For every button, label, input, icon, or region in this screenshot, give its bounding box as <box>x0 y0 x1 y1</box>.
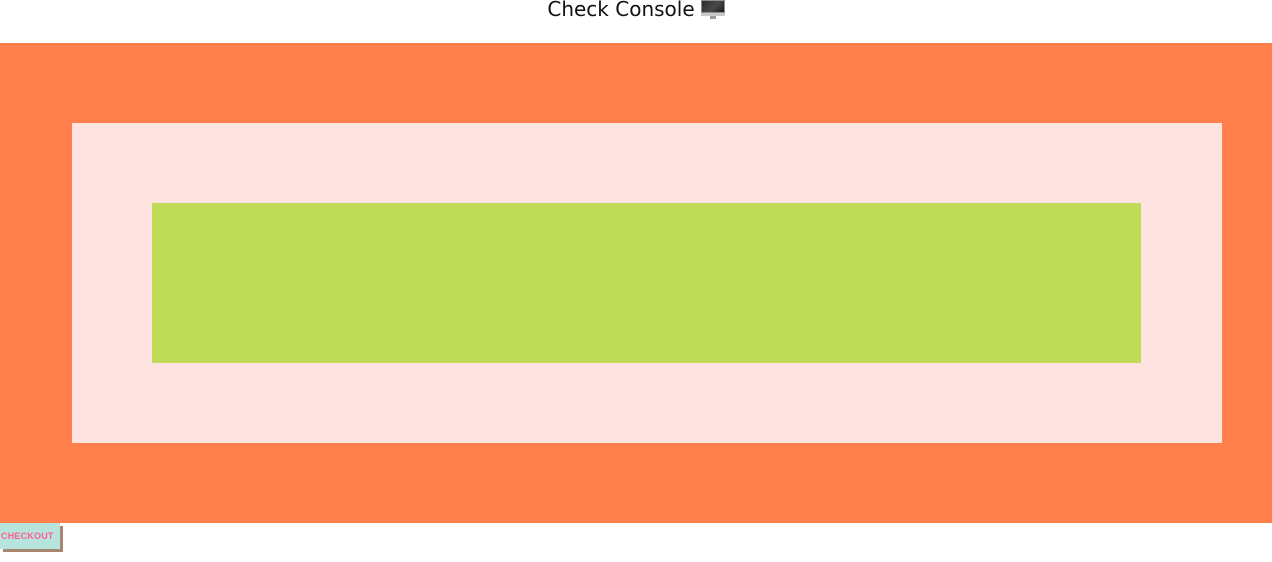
inner-box <box>152 203 1141 363</box>
page-header: Check Console <box>0 0 1272 43</box>
outer-box <box>0 43 1272 523</box>
desktop-computer-icon <box>700 0 725 20</box>
page-title: Check Console <box>547 0 695 21</box>
middle-box <box>72 123 1222 443</box>
monitor-stand <box>709 16 716 19</box>
monitor-screen <box>700 0 725 13</box>
page: Check Console CHECKOUT <box>0 0 1272 562</box>
checkout-button[interactable]: CHECKOUT <box>0 523 60 549</box>
